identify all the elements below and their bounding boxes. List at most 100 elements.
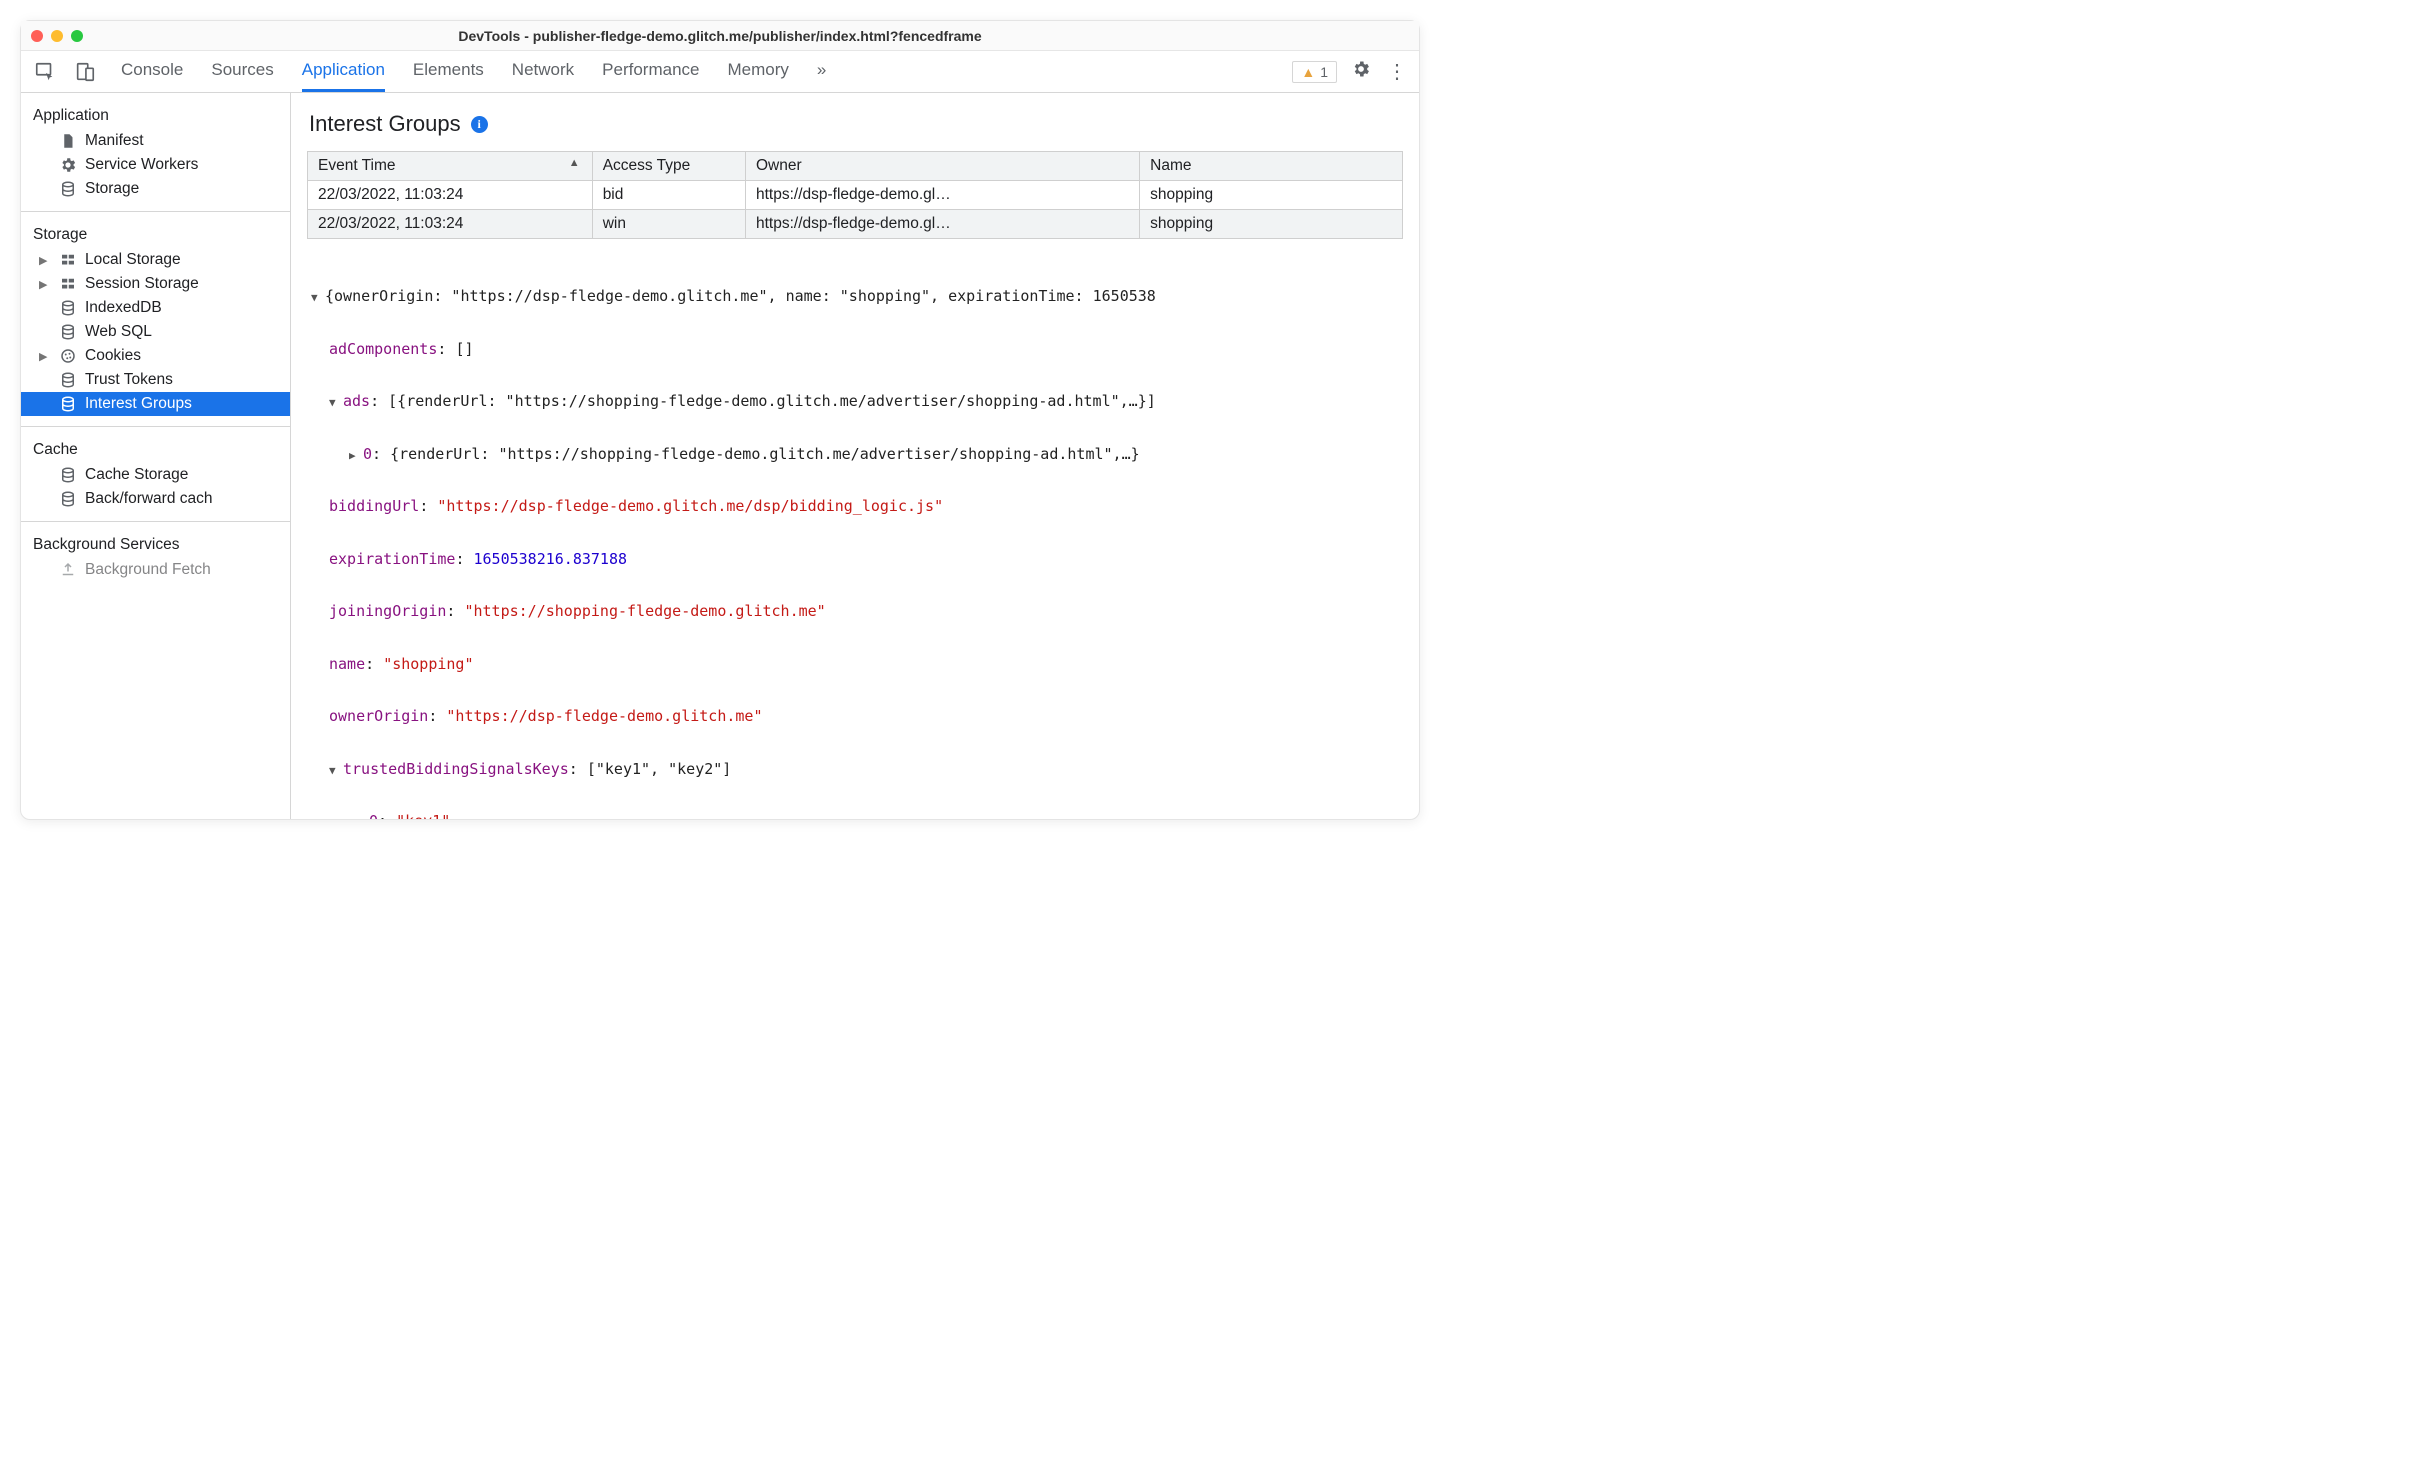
cell-event-time: 22/03/2022, 11:03:24 xyxy=(308,181,593,210)
more-options-icon[interactable]: ⋮ xyxy=(1385,59,1409,84)
sidebar-item-label: Storage xyxy=(85,180,139,198)
object-summary: {ownerOrigin: "https://dsp-fledge-demo.g… xyxy=(325,287,1156,305)
sidebar-item-trust-tokens[interactable]: Trust Tokens xyxy=(21,368,290,392)
sidebar-item-indexeddb[interactable]: IndexedDB xyxy=(21,296,290,320)
json-value: "shopping" xyxy=(383,655,473,673)
panel-title: Interest Groups xyxy=(309,111,461,137)
disclosure-triangle-icon[interactable]: ▼ xyxy=(329,761,343,780)
tab-application[interactable]: Application xyxy=(302,51,385,92)
sidebar-item-label: Interest Groups xyxy=(85,395,192,413)
content-panel: Interest Groups i Event Time▲ Access Typ… xyxy=(291,93,1419,819)
json-value: [{renderUrl: "https://shopping-fledge-de… xyxy=(388,392,1156,410)
table-row[interactable]: 22/03/2022, 11:03:24 win https://dsp-fle… xyxy=(308,210,1403,239)
disclosure-triangle-icon[interactable]: ▶ xyxy=(39,278,51,291)
sidebar-item-cookies[interactable]: ▶ Cookies xyxy=(21,344,290,368)
tab-console[interactable]: Console xyxy=(121,51,183,92)
sidebar-item-label: Cookies xyxy=(85,347,141,365)
json-key: trustedBiddingSignalsKeys xyxy=(343,760,569,778)
column-header-name[interactable]: Name xyxy=(1140,152,1403,181)
file-icon xyxy=(59,132,77,150)
disclosure-triangle-icon[interactable]: ▶ xyxy=(39,350,51,363)
warning-icon: ▲ xyxy=(1301,64,1315,80)
db-icon xyxy=(59,371,77,389)
sidebar-item-label: Back/forward cach xyxy=(85,490,213,508)
sidebar-item-background-fetch[interactable]: Background Fetch xyxy=(21,558,290,582)
application-sidebar: ApplicationManifestService WorkersStorag… xyxy=(21,93,291,819)
sidebar-item-service-workers[interactable]: Service Workers xyxy=(21,153,290,177)
sidebar-item-local-storage[interactable]: ▶Local Storage xyxy=(21,248,290,272)
json-key: ownerOrigin xyxy=(329,707,428,725)
tab-elements[interactable]: Elements xyxy=(413,51,484,92)
traffic-lights xyxy=(31,30,83,42)
json-key: biddingUrl xyxy=(329,497,419,515)
cell-name: shopping xyxy=(1140,181,1403,210)
sidebar-section-header: Cache xyxy=(21,435,290,463)
sidebar-item-label: Background Fetch xyxy=(85,561,211,579)
json-value: "key1" xyxy=(396,812,450,819)
sidebar-item-label: Session Storage xyxy=(85,275,199,293)
cell-owner: https://dsp-fledge-demo.gl… xyxy=(745,181,1139,210)
disclosure-triangle-icon[interactable]: ▶ xyxy=(349,446,363,465)
sidebar-item-session-storage[interactable]: ▶ Session Storage xyxy=(21,272,290,296)
json-key: ads xyxy=(343,392,370,410)
disclosure-triangle-icon[interactable]: ▼ xyxy=(311,288,325,307)
sidebar-item-back-forward-cach[interactable]: Back/forward cach xyxy=(21,487,290,511)
json-value: {renderUrl: "https://shopping-fledge-dem… xyxy=(390,445,1140,463)
tab-network[interactable]: Network xyxy=(512,51,574,92)
sidebar-item-cache-storage[interactable]: Cache Storage xyxy=(21,463,290,487)
json-key: expirationTime xyxy=(329,550,455,568)
sidebar-item-label: Manifest xyxy=(85,132,144,150)
sort-asc-icon: ▲ xyxy=(569,157,580,169)
close-window-button[interactable] xyxy=(31,30,43,42)
object-inspector[interactable]: ▼{ownerOrigin: "https://dsp-fledge-demo.… xyxy=(291,239,1419,819)
db-icon xyxy=(59,299,77,317)
json-value: 1650538216.837188 xyxy=(474,550,628,568)
disclosure-triangle-icon[interactable]: ▼ xyxy=(329,393,343,412)
column-header-owner[interactable]: Owner xyxy=(745,152,1139,181)
db-icon xyxy=(59,490,77,508)
db-icon xyxy=(59,323,77,341)
json-key: adComponents xyxy=(329,340,437,358)
json-value: [] xyxy=(455,340,473,358)
sidebar-item-label: Web SQL xyxy=(85,323,152,341)
cookie-icon xyxy=(59,347,77,365)
json-value: "https://shopping-fledge-demo.glitch.me" xyxy=(464,602,825,620)
sidebar-item-web-sql[interactable]: Web SQL xyxy=(21,320,290,344)
sidebar-section-header: Storage xyxy=(21,220,290,248)
devtools-toolbar: Console Sources Application Elements Net… xyxy=(21,51,1419,93)
sidebar-item-manifest[interactable]: Manifest xyxy=(21,129,290,153)
table-row[interactable]: 22/03/2022, 11:03:24 bid https://dsp-fle… xyxy=(308,181,1403,210)
minimize-window-button[interactable] xyxy=(51,30,63,42)
warnings-indicator[interactable]: ▲ 1 xyxy=(1292,61,1337,83)
settings-gear-icon[interactable] xyxy=(1349,59,1373,85)
json-key: joiningOrigin xyxy=(329,602,446,620)
info-icon[interactable]: i xyxy=(471,116,488,133)
column-header-access-type[interactable]: Access Type xyxy=(592,152,745,181)
db-icon xyxy=(59,180,77,198)
window-titlebar: DevTools - publisher-fledge-demo.glitch.… xyxy=(21,21,1419,51)
warning-count: 1 xyxy=(1320,64,1328,80)
disclosure-triangle-icon[interactable]: ▶ xyxy=(39,254,51,267)
grid-icon xyxy=(59,251,77,269)
zoom-window-button[interactable] xyxy=(71,30,83,42)
json-key: name xyxy=(329,655,365,673)
tab-strip: Console Sources Application Elements Net… xyxy=(121,51,826,92)
column-header-event-time[interactable]: Event Time▲ xyxy=(308,152,593,181)
json-key: 0 xyxy=(369,812,378,819)
gear-icon xyxy=(59,156,77,174)
cell-access-type: win xyxy=(592,210,745,239)
tab-overflow[interactable]: » xyxy=(817,51,826,92)
sidebar-item-interest-groups[interactable]: Interest Groups xyxy=(21,392,290,416)
inspect-element-icon[interactable] xyxy=(31,58,59,86)
upload-icon xyxy=(59,561,77,579)
tab-memory[interactable]: Memory xyxy=(727,51,788,92)
json-key: 0 xyxy=(363,445,372,463)
device-toolbar-icon[interactable] xyxy=(71,58,99,86)
sidebar-item-storage[interactable]: Storage xyxy=(21,177,290,201)
grid-icon xyxy=(59,275,77,293)
tab-sources[interactable]: Sources xyxy=(211,51,273,92)
sidebar-item-label: Cache Storage xyxy=(85,466,188,484)
sidebar-item-label: Trust Tokens xyxy=(85,371,173,389)
interest-groups-table: Event Time▲ Access Type Owner Name 22/03… xyxy=(307,151,1403,239)
tab-performance[interactable]: Performance xyxy=(602,51,699,92)
